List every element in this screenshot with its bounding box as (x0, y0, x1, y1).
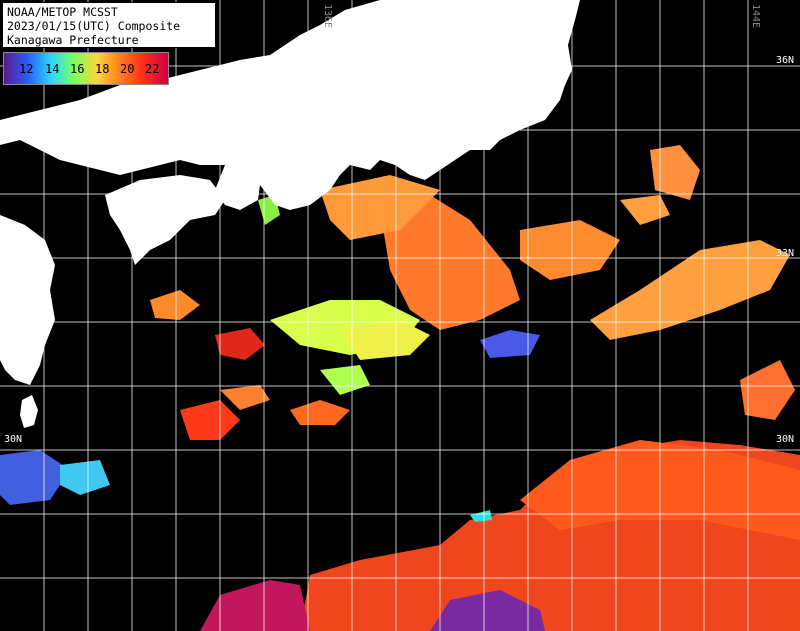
lat-label-33n: 33N (776, 248, 795, 259)
legend-label-18: 18 (95, 62, 110, 76)
title-region: Kanagawa Prefecture (7, 33, 139, 47)
lon-label-144e: 144E (750, 4, 761, 29)
lat-label-30n-west: 30N (4, 434, 23, 445)
legend-label-14: 14 (45, 62, 60, 76)
legend-label-12: 12 (19, 62, 34, 76)
sst-color-legend: 12 14 16 18 20 22 (3, 52, 169, 85)
lon-label-136e: 136E (322, 4, 333, 29)
legend-label-20: 20 (120, 62, 135, 76)
lat-label-36n: 36N (776, 55, 795, 66)
map-title-box: NOAA/METOP MCSST 2023/01/15(UTC) Composi… (2, 2, 216, 48)
sst-map (0, 0, 800, 631)
legend-label-22: 22 (145, 62, 160, 76)
title-date: 2023/01/15(UTC) Composite (7, 19, 181, 33)
legend-label-16: 16 (70, 62, 85, 76)
lat-label-30n-east: 30N (776, 434, 795, 445)
title-source: NOAA/METOP MCSST (7, 5, 118, 19)
